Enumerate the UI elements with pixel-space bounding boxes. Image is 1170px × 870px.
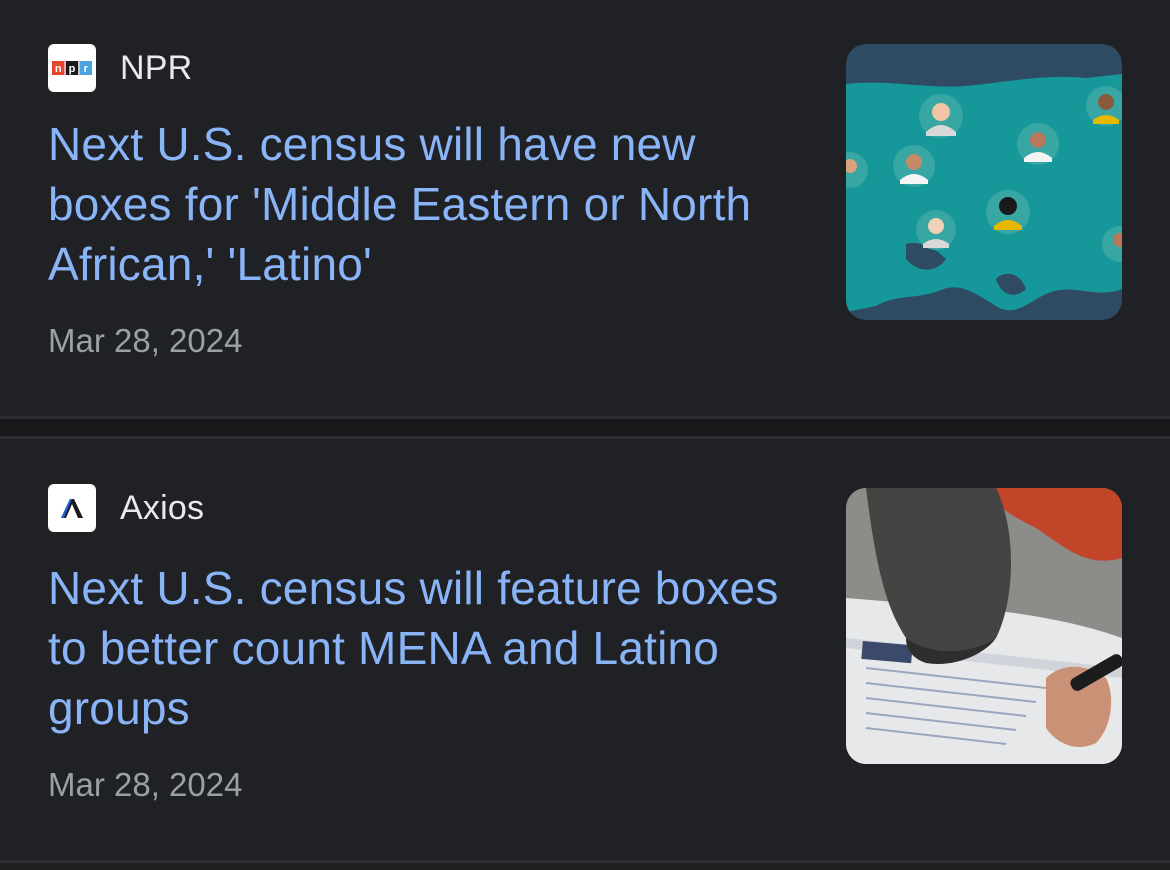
news-card-npr[interactable]: n p r NPR Next U.S. census will have new… (0, 0, 1170, 416)
us-map-people-illustration (846, 44, 1122, 320)
svg-text:r: r (84, 63, 89, 75)
article-thumbnail[interactable] (846, 44, 1122, 320)
svg-text:p: p (69, 63, 76, 75)
news-card-axios[interactable]: Axios Next U.S. census will feature boxe… (0, 440, 1170, 860)
news-feed: n p r NPR Next U.S. census will have new… (0, 0, 1170, 870)
card-divider (0, 860, 1170, 863)
article-thumbnail[interactable] (846, 488, 1122, 764)
source-name: NPR (120, 48, 193, 87)
card-divider (0, 436, 1170, 439)
axios-logo-icon (48, 484, 96, 532)
article-source: Axios (48, 484, 204, 532)
article-headline[interactable]: Next U.S. census will feature boxes to b… (48, 558, 808, 738)
person-avatar-icon (916, 210, 956, 250)
person-avatar-icon (893, 145, 935, 187)
section-gap (0, 419, 1170, 436)
person-avatar-icon (919, 94, 963, 138)
npr-logo-mark: n p r (52, 61, 92, 75)
census-form-photo (846, 488, 1122, 764)
person-avatar-icon (986, 190, 1030, 234)
person-avatar-icon (1017, 123, 1059, 165)
npr-logo-icon: n p r (48, 44, 96, 92)
article-source: n p r NPR (48, 44, 192, 92)
svg-text:n: n (55, 63, 62, 75)
axios-logo-mark (61, 499, 83, 518)
article-date: Mar 28, 2024 (48, 766, 243, 803)
article-headline[interactable]: Next U.S. census will have new boxes for… (48, 114, 808, 294)
article-date: Mar 28, 2024 (48, 322, 243, 359)
source-name: Axios (120, 488, 205, 527)
